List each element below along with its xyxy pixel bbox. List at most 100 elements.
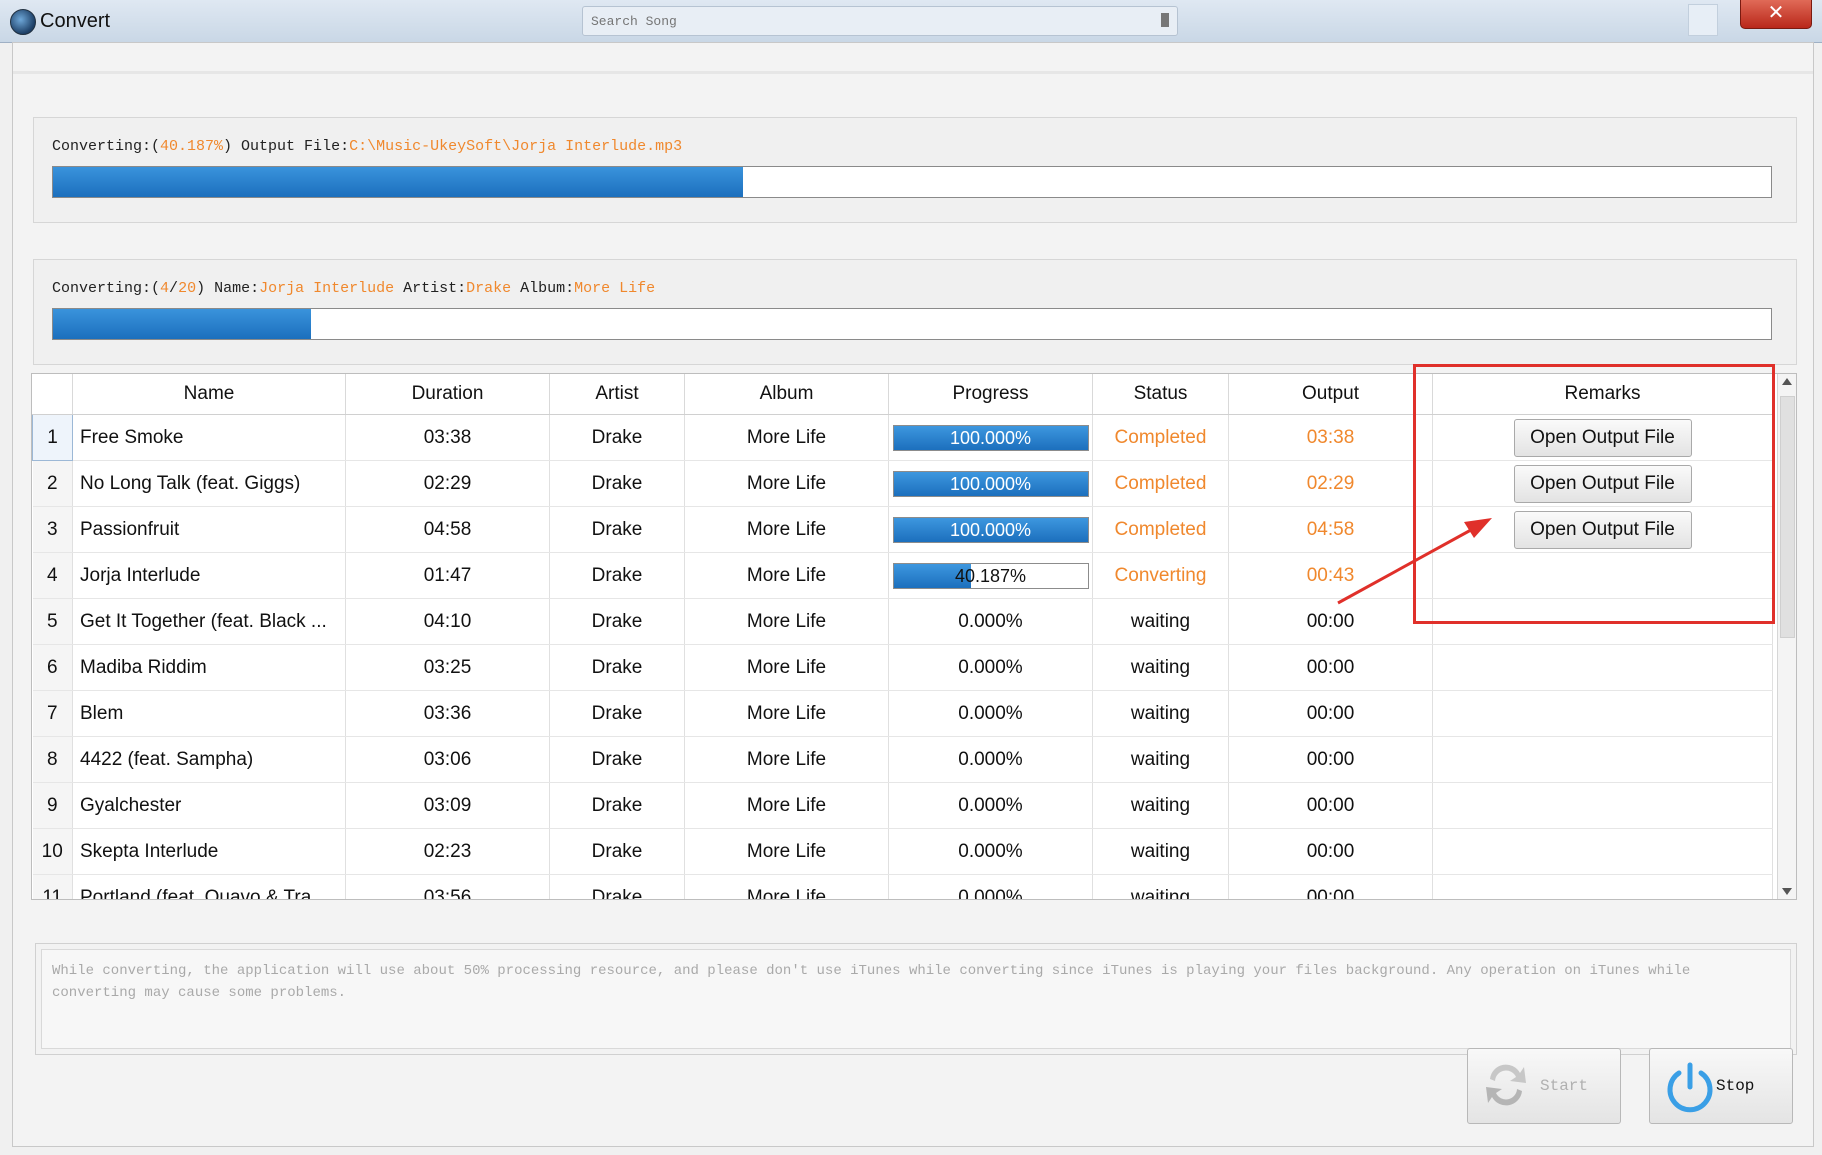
scroll-up-icon[interactable] (1782, 378, 1792, 385)
row-output: 03:38 (1228, 414, 1433, 461)
row-album: More Life (684, 506, 889, 553)
row-progress-bar: 100.000% (892, 424, 1089, 451)
file-progress-panel: Converting:(40.187%) Output File:C:\Musi… (33, 117, 1797, 223)
col-album-header[interactable]: Album (684, 374, 889, 415)
row-status: waiting (1092, 874, 1229, 899)
col-artist-header[interactable]: Artist (549, 374, 685, 415)
row-progress-text: 0.000% (958, 656, 1023, 678)
row-progress: 0.000% (888, 644, 1093, 691)
row-status: waiting (1092, 782, 1229, 829)
row-name: No Long Talk (feat. Giggs) (72, 460, 346, 507)
table-row[interactable]: 9 Gyalchester 03:09 Drake More Life 0.000% wai… (32, 782, 1773, 829)
row-duration: 04:10 (345, 598, 550, 645)
scroll-thumb[interactable] (1780, 396, 1795, 638)
row-status: waiting (1092, 644, 1229, 691)
title-bar: Convert ✕ (0, 0, 1822, 43)
col-duration-header[interactable]: Duration (345, 374, 550, 415)
search-box[interactable] (582, 6, 1178, 36)
file-progress-bar (52, 166, 1772, 198)
row-duration: 03:38 (345, 414, 550, 461)
row-output: 00:43 (1228, 552, 1433, 599)
row-artist: Drake (549, 506, 685, 553)
table-row[interactable]: 10 Skepta Interlude 02:23 Drake More Life 0.0… (32, 828, 1773, 875)
start-button-label: Start (1540, 1077, 1589, 1095)
row-progress-text: 0.000% (958, 610, 1023, 632)
row-index: 6 (32, 644, 73, 691)
row-output: 02:29 (1228, 460, 1433, 507)
row-index: 9 (32, 782, 73, 829)
row-progress: 100.000% (888, 506, 1093, 553)
row-output: 00:00 (1228, 690, 1433, 737)
row-name: Madiba Riddim (72, 644, 346, 691)
row-album: More Life (684, 414, 889, 461)
col-index-header (32, 374, 73, 415)
table-row[interactable]: 7 Blem 03:36 Drake More Life 0.000% waiting 00:… (32, 690, 1773, 737)
row-artist: Drake (549, 874, 685, 899)
row-progress: 0.000% (888, 874, 1093, 899)
row-album: More Life (684, 598, 889, 645)
batch-progress-bar (52, 308, 1772, 340)
batch-progress-label: Converting:(4/20) Name:Jorja Interlude A… (52, 280, 656, 297)
close-button[interactable]: ✕ (1740, 0, 1812, 29)
app-logo-icon (10, 9, 36, 35)
row-artist: Drake (549, 782, 685, 829)
table-row[interactable]: 8 4422 (feat. Sampha) 03:06 Drake More Life 0… (32, 736, 1773, 783)
close-icon: ✕ (1767, 2, 1785, 24)
row-duration: 02:29 (345, 460, 550, 507)
row-progress-text: 100.000% (949, 519, 1032, 540)
restore-button[interactable] (1688, 4, 1718, 36)
row-output: 04:58 (1228, 506, 1433, 553)
row-remarks (1432, 828, 1773, 875)
stop-button[interactable]: Stop (1649, 1048, 1793, 1124)
search-icon[interactable] (1161, 13, 1169, 27)
row-progress-text: 0.000% (958, 702, 1023, 724)
row-name: Skepta Interlude (72, 828, 346, 875)
notice-panel: While converting, the application will u… (35, 943, 1797, 1055)
row-album: More Life (684, 736, 889, 783)
row-status: waiting (1092, 828, 1229, 875)
row-artist: Drake (549, 460, 685, 507)
row-output: 00:00 (1228, 782, 1433, 829)
row-name: Gyalchester (72, 782, 346, 829)
row-index: 3 (32, 506, 73, 553)
row-artist: Drake (549, 690, 685, 737)
row-index: 11 (32, 874, 73, 899)
row-album: More Life (684, 828, 889, 875)
scroll-down-icon[interactable] (1782, 888, 1792, 895)
col-status-header[interactable]: Status (1092, 374, 1229, 415)
row-output: 00:00 (1228, 828, 1433, 875)
row-album: More Life (684, 644, 889, 691)
row-index: 10 (32, 828, 73, 875)
row-artist: Drake (549, 644, 685, 691)
row-remarks (1432, 644, 1773, 691)
row-status: Completed (1092, 506, 1229, 553)
table-row[interactable]: 6 Madiba Riddim 03:25 Drake More Life 0.000% w… (32, 644, 1773, 691)
vertical-scrollbar[interactable] (1777, 374, 1796, 899)
row-album: More Life (684, 460, 889, 507)
row-output: 00:00 (1228, 598, 1433, 645)
row-artist: Drake (549, 736, 685, 783)
col-name-header[interactable]: Name (72, 374, 346, 415)
row-remarks (1432, 782, 1773, 829)
row-progress: 0.000% (888, 782, 1093, 829)
power-icon (1667, 1062, 1713, 1113)
row-progress-bar: 40.187% (892, 562, 1089, 589)
start-button[interactable]: Start (1467, 1048, 1621, 1124)
row-progress-text: 100.000% (949, 427, 1032, 448)
row-progress-text: 0.000% (958, 748, 1023, 770)
col-progress-header[interactable]: Progress (888, 374, 1093, 415)
window-title: Convert (40, 10, 111, 32)
refresh-icon (1486, 1064, 1526, 1106)
row-progress: 0.000% (888, 690, 1093, 737)
row-artist: Drake (549, 414, 685, 461)
notice-text: While converting, the application will u… (41, 949, 1791, 1049)
row-progress-text: 100.000% (949, 473, 1032, 494)
row-progress: 0.000% (888, 828, 1093, 875)
table-row[interactable]: 11 Portland (feat. Quavo & Tra... 03:56 Dra… (32, 874, 1773, 899)
row-name: Free Smoke (72, 414, 346, 461)
col-output-header[interactable]: Output (1228, 374, 1433, 415)
row-album: More Life (684, 874, 889, 899)
file-progress-fill (53, 167, 744, 197)
search-input[interactable] (583, 7, 1133, 35)
row-progress: 100.000% (888, 414, 1093, 461)
